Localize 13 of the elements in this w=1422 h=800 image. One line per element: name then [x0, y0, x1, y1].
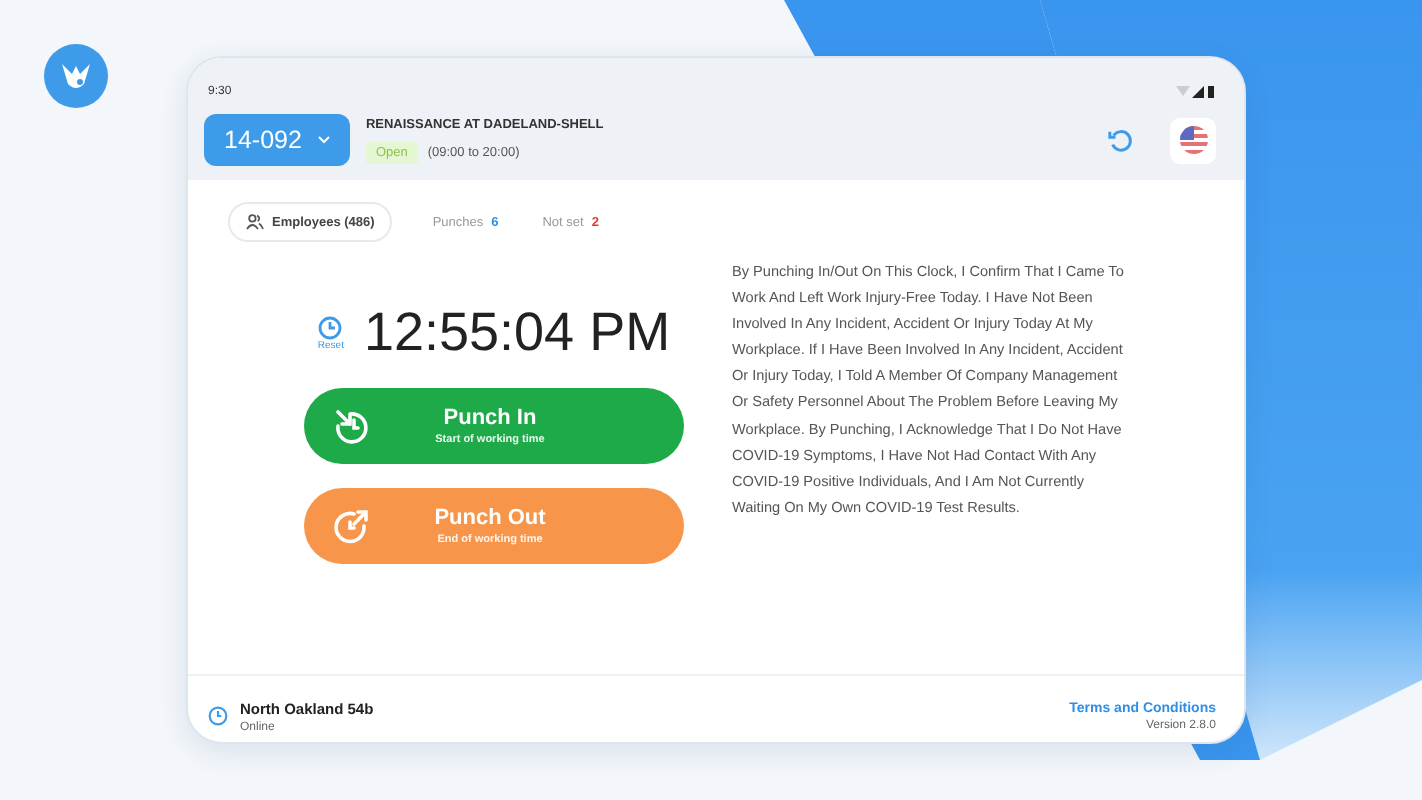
- status-icons: [1176, 86, 1216, 98]
- language-button[interactable]: [1170, 117, 1216, 163]
- clock-icon: [208, 706, 228, 726]
- chevron-down-icon: [317, 136, 330, 144]
- current-time: 12:55:04 PM: [363, 302, 671, 364]
- logo-icon: [44, 44, 108, 108]
- arrow-in-clock-icon: [332, 406, 372, 446]
- arrow-out-clock-icon: [332, 506, 372, 546]
- people-icon: [246, 214, 264, 230]
- store-selector[interactable]: 14-092: [204, 114, 350, 166]
- refresh-icon[interactable]: [1108, 127, 1134, 153]
- clock-icon: [318, 315, 343, 339]
- flag-icon: [1179, 126, 1207, 154]
